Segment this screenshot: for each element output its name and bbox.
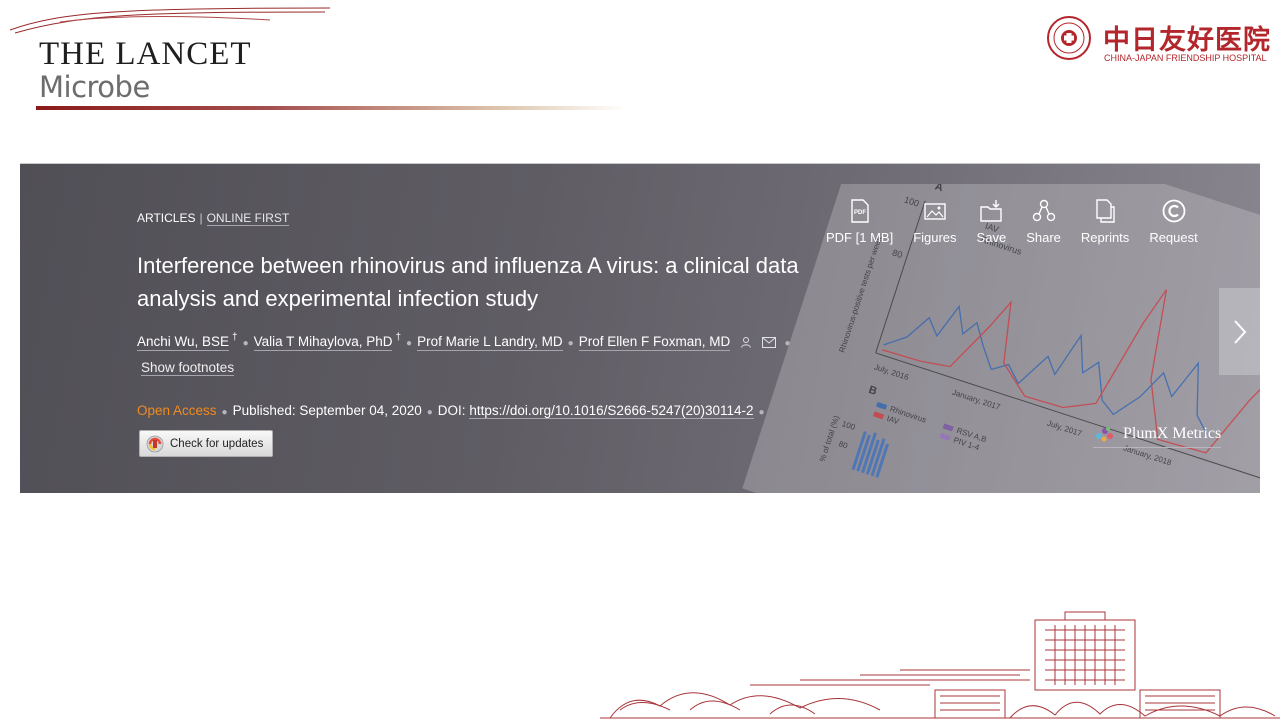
reprints-icon [1096, 199, 1115, 223]
logo-swoosh-lines [9, 7, 331, 34]
show-footnotes-link[interactable]: Show footnotes [141, 360, 235, 376]
logo-underline [36, 106, 626, 110]
hospital-name-chinese: 中日友好医院 [1103, 25, 1271, 56]
separator-dot: ● [758, 407, 765, 418]
pdf-icon: PDF [850, 199, 869, 223]
pdf-label: PDF [1 MB] [826, 230, 894, 245]
copyright-icon [1162, 199, 1185, 223]
author-link[interactable]: Prof Ellen F Foxman, MD [578, 334, 731, 351]
svg-text:PDF: PDF [854, 210, 866, 216]
separator-dot: ● [406, 338, 413, 349]
logo-title: THE LANCET [39, 36, 252, 72]
article-title: Interference between rhinovirus and infl… [137, 253, 799, 311]
check-for-updates-label: Check for updates [170, 437, 264, 450]
separator-dot: ● [784, 338, 791, 349]
share-button[interactable]: Share [1016, 199, 1071, 245]
figures-label: Figures [913, 230, 957, 245]
crossmark-icon [146, 435, 164, 452]
lancet-microbe-logo: THE LANCET Microbe [0, 0, 640, 115]
plumx-icon [1096, 427, 1113, 442]
hospital-logo: 中日友好医院 CHINA-JAPAN FRIENDSHIP HOSPITAL [1045, 14, 1270, 69]
separator-dot: ● [567, 338, 574, 349]
plumx-metrics-link[interactable]: PlumX Metrics [1093, 425, 1222, 448]
reprints-label: Reprints [1080, 230, 1130, 245]
person-icon[interactable] [740, 336, 752, 348]
breadcrumb-online-first[interactable]: ONLINE FIRST [206, 211, 290, 226]
check-for-updates-button[interactable]: Check for updates [139, 430, 273, 457]
separator-dot: ● [426, 407, 433, 418]
save-icon [980, 200, 1003, 222]
logo-subtitle: Microbe [39, 70, 150, 104]
publication-meta: Open Access ● Published: September 04, 202… [137, 403, 770, 419]
hospital-skyline-decoration [600, 611, 1280, 719]
request-button[interactable]: Request [1139, 199, 1207, 245]
open-access-label[interactable]: Open Access [137, 403, 217, 418]
separator-dot: ● [221, 407, 228, 418]
figures-button[interactable]: Figures [903, 199, 966, 245]
save-button[interactable]: Save [967, 199, 1017, 245]
published-date: September 04, 2020 [299, 403, 422, 418]
hospital-seal-icon [1047, 16, 1091, 60]
doi-link[interactable]: https://doi.org/10.1016/S2666-5247(20)30… [469, 403, 754, 419]
share-icon [1032, 199, 1055, 222]
pdf-button[interactable]: PDF PDF [1 MB] [816, 199, 903, 245]
request-label: Request [1149, 230, 1198, 245]
article-toolbar: PDF PDF [1 MB] Figures Save Share Reprin… [816, 199, 1208, 245]
reprints-button[interactable]: Reprints [1071, 199, 1139, 245]
email-icon[interactable] [761, 337, 776, 348]
author-link[interactable]: Anchi Wu, BSE [137, 334, 230, 351]
share-label: Share [1026, 230, 1061, 245]
breadcrumb-articles[interactable]: ARTICLES [137, 211, 195, 225]
hospital-name-english: CHINA-JAPAN FRIENDSHIP HOSPITAL [1104, 53, 1267, 63]
doi-label: DOI: [437, 403, 466, 418]
image-icon [924, 203, 946, 220]
author-footnote-mark[interactable]: † [232, 332, 238, 343]
author-link[interactable]: Prof Marie L Landry, MD [417, 334, 563, 351]
separator-dot: ● [242, 338, 249, 349]
chevron-right-icon [1233, 319, 1246, 344]
save-label: Save [976, 230, 1007, 245]
published-label: Published: [232, 403, 296, 418]
article-header-banner: A 100 80 IAV Rhinovirus Rhinovirus-posit… [20, 163, 1260, 493]
breadcrumb-separator: | [199, 211, 203, 225]
author-footnote-mark[interactable]: † [395, 332, 401, 343]
breadcrumb: ARTICLES | ONLINE FIRST [137, 211, 290, 226]
author-link[interactable]: Valia T Mihaylova, PhD [253, 334, 393, 351]
next-slide-button[interactable] [1219, 288, 1260, 375]
author-list: Anchi Wu, BSE †● Valia T Mihaylova, PhD †● P… [137, 332, 796, 351]
plumx-label: PlumX Metrics [1123, 425, 1222, 442]
